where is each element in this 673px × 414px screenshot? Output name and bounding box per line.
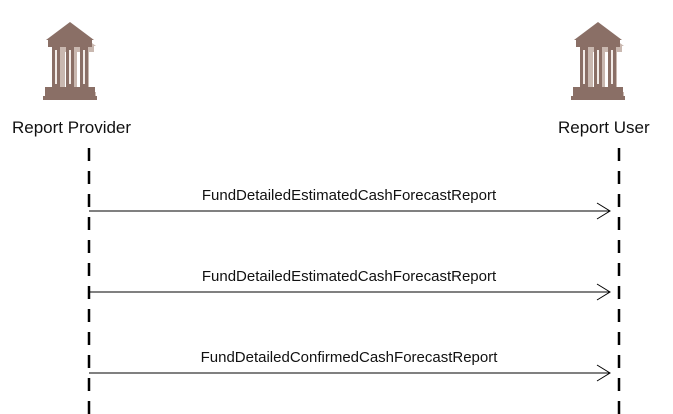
message-arrow-3 [89, 364, 611, 382]
message-label-3: FundDetailedConfirmedCashForecastReport [200, 349, 498, 366]
message-label-1: FundDetailedEstimatedCashForecastReport [201, 187, 497, 204]
message-label-2: FundDetailedEstimatedCashForecastReport [201, 268, 497, 285]
message-arrow-1 [89, 202, 611, 220]
sequence-diagram: Report Provider Report User FundDetailed… [0, 0, 673, 414]
message-arrow-2 [89, 283, 611, 301]
